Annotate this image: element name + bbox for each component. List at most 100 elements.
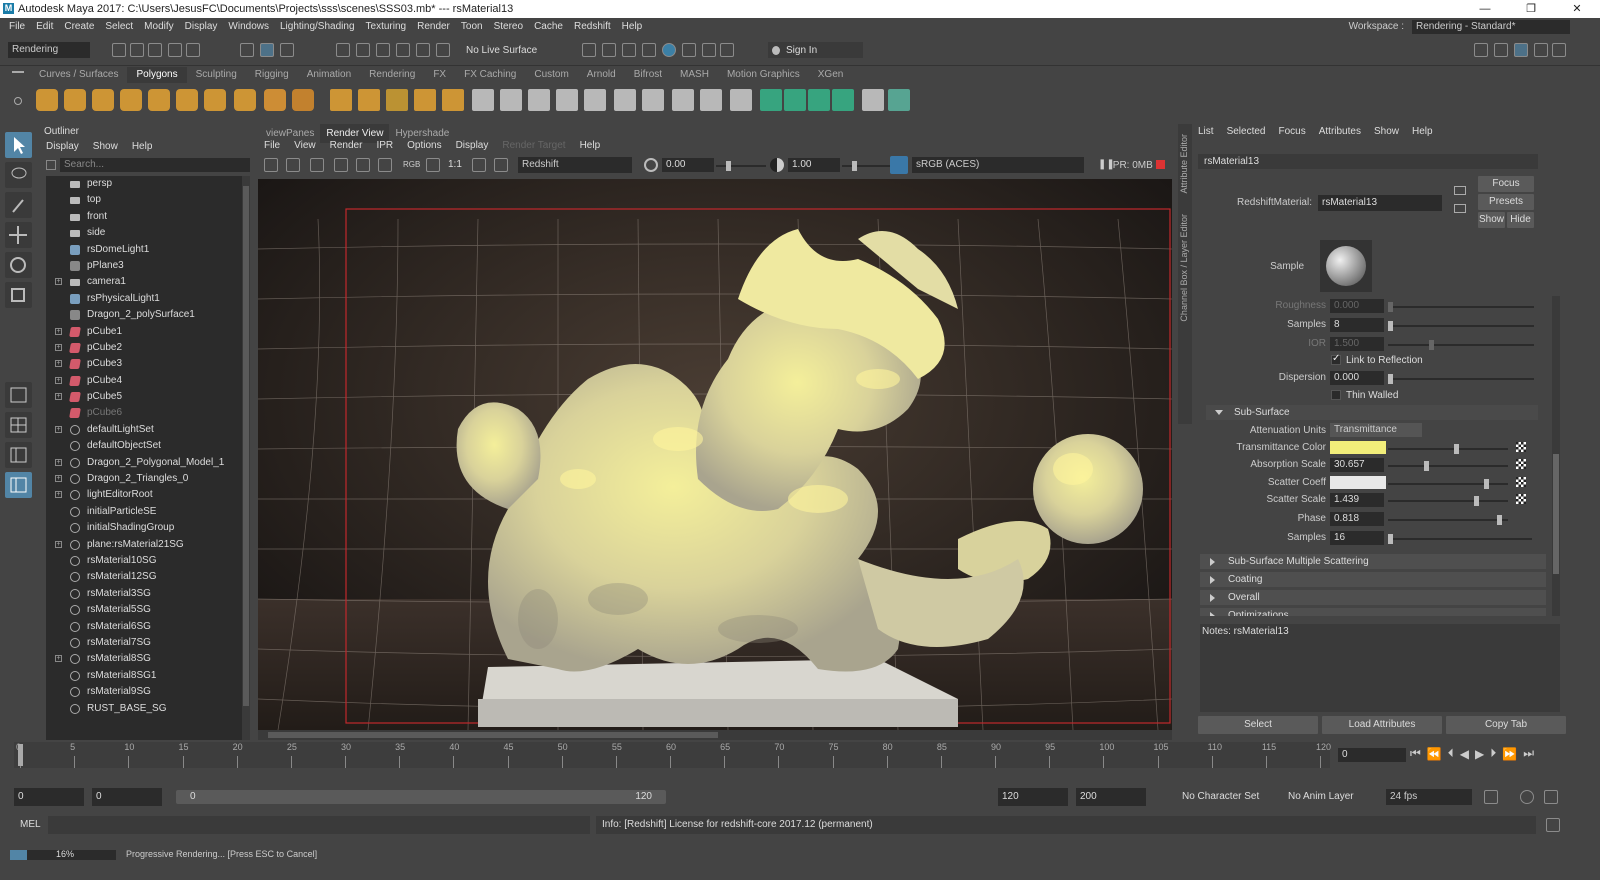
shelf-tab-custom[interactable]: Custom	[525, 67, 577, 83]
outliner-item[interactable]: rsMaterial8SG1	[46, 668, 246, 684]
outliner-item[interactable]: + pCube1	[46, 324, 246, 340]
ipr-render-icon[interactable]	[602, 43, 616, 57]
offset-edge-loop-shelf-icon[interactable]	[760, 89, 782, 111]
menuset-dropdown[interactable]: Rendering	[8, 42, 90, 58]
anim-layer-dropdown[interactable]: No Anim Layer	[1288, 791, 1354, 802]
outliner-item[interactable]: rsMaterial3SG	[46, 586, 246, 602]
copy-tab-button[interactable]: Copy Tab	[1446, 716, 1566, 734]
shelf-tab-sculpting[interactable]: Sculpting	[187, 67, 246, 83]
go-to-output-icon[interactable]	[1454, 204, 1466, 213]
samples-slider[interactable]	[1388, 321, 1534, 331]
absorption-scale-field[interactable]: 30.657	[1330, 458, 1384, 472]
expand-icon[interactable]: +	[55, 475, 62, 483]
step-back-key-icon[interactable]: ⏪	[1427, 747, 1442, 761]
samples-field[interactable]: 8	[1330, 318, 1384, 332]
ior-slider[interactable]	[1388, 340, 1534, 350]
attr-menu-attributes[interactable]: Attributes	[1319, 126, 1361, 137]
redshift-render-icon[interactable]	[662, 43, 676, 57]
menu-render[interactable]: Render	[417, 21, 450, 32]
expand-icon[interactable]: +	[55, 343, 62, 351]
outliner-item[interactable]: rsMaterial7SG	[46, 635, 246, 651]
subsurface-section-header[interactable]: Sub-Surface	[1206, 405, 1538, 420]
material-name-field[interactable]: rsMaterial13	[1318, 195, 1442, 211]
section-optimizations[interactable]: Optimizations	[1200, 608, 1546, 616]
filter-icon[interactable]	[46, 160, 56, 170]
minimize-button[interactable]: —	[1462, 0, 1508, 18]
play-back-icon[interactable]: ◀	[1460, 747, 1469, 761]
scale-tool-icon[interactable]	[5, 282, 32, 308]
circularize-shelf-icon[interactable]	[832, 89, 854, 111]
cube-shelf-icon[interactable]	[64, 89, 86, 111]
absorption-scale-slider[interactable]	[1388, 461, 1508, 471]
expand-icon[interactable]: +	[55, 360, 62, 368]
roughness-field[interactable]: 0.000	[1330, 299, 1384, 313]
hypershade-icon[interactable]	[642, 43, 656, 57]
outliner-item[interactable]: persp	[46, 176, 246, 192]
shelf-tab-animation[interactable]: Animation	[298, 67, 360, 83]
render-view-menu-view[interactable]: View	[294, 140, 316, 151]
range-slider[interactable]: 0 120	[176, 790, 666, 804]
renderer-dropdown[interactable]: Redshift	[518, 157, 632, 173]
outliner-item[interactable]: initialParticleSE	[46, 504, 246, 520]
expand-icon[interactable]: +	[55, 327, 62, 335]
phase-slider[interactable]	[1388, 515, 1508, 525]
expand-icon[interactable]: +	[55, 393, 62, 401]
outliner-item[interactable]: rsMaterial12SG	[46, 569, 246, 585]
channel-box-side-tab[interactable]: Channel Box / Layer Editor	[1179, 214, 1189, 322]
outliner-item[interactable]: + defaultLightSet	[46, 422, 246, 438]
hide-button[interactable]: Hide	[1507, 212, 1534, 228]
snap-curve-icon[interactable]	[356, 43, 370, 57]
outliner-item[interactable]: + lightEditorRoot	[46, 487, 246, 503]
render-frame-icon[interactable]	[582, 43, 596, 57]
extrude-shelf-icon[interactable]	[556, 89, 578, 111]
outliner-item[interactable]: + rsMaterial8SG	[46, 651, 246, 667]
boolean-shelf-icon[interactable]	[442, 89, 464, 111]
shelf-tab-polygons[interactable]: Polygons	[127, 67, 187, 83]
gamma-field[interactable]: 1.00	[788, 158, 840, 172]
menu-edit[interactable]: Edit	[36, 21, 53, 32]
shelf-tab-rendering[interactable]: Rendering	[360, 67, 424, 83]
extract-shelf-icon[interactable]	[386, 89, 408, 111]
roughness-slider[interactable]	[1388, 302, 1534, 312]
attenuation-units-dropdown[interactable]: Transmittance	[1330, 423, 1422, 437]
menu-cache[interactable]: Cache	[534, 21, 563, 32]
render-camera-icon[interactable]	[494, 158, 508, 172]
shelf-tab-motion-graphics[interactable]: Motion Graphics	[718, 67, 809, 83]
scatter-scale-slider[interactable]	[1388, 496, 1508, 506]
focus-button[interactable]: Focus	[1478, 176, 1534, 192]
current-time-marker[interactable]	[18, 744, 23, 766]
shelf-tab-arnold[interactable]: Arnold	[578, 67, 625, 83]
channel-box-icon[interactable]	[1552, 43, 1566, 57]
torus-shelf-icon[interactable]	[176, 89, 198, 111]
outliner-item[interactable]: RUST_BASE_SG	[46, 701, 246, 717]
smooth-shelf-icon[interactable]	[414, 89, 436, 111]
open-scene-icon[interactable]	[130, 43, 144, 57]
playback-end-field[interactable]: 120	[998, 788, 1068, 806]
scatter-coeff-swatch[interactable]	[1330, 476, 1386, 489]
render-view-scrollbar[interactable]	[258, 730, 1172, 740]
expand-icon[interactable]: +	[55, 540, 62, 548]
section-overall[interactable]: Overall	[1200, 590, 1546, 605]
render-view-menu-options[interactable]: Options	[407, 140, 441, 151]
attribute-editor-side-tab[interactable]: Attribute Editor	[1179, 134, 1189, 194]
attribute-editor-toggle-icon[interactable]	[1514, 43, 1528, 57]
outliner-menu-display[interactable]: Display	[46, 141, 79, 152]
go-to-end-icon[interactable]: ⏭	[1523, 746, 1534, 761]
bevel-edge-shelf-icon[interactable]	[672, 89, 694, 111]
menu-texturing[interactable]: Texturing	[366, 21, 407, 32]
rotate-tool-icon[interactable]	[5, 252, 32, 278]
redo-render-icon[interactable]	[264, 158, 278, 172]
script-language-label[interactable]: MEL	[20, 819, 41, 830]
map-button-icon[interactable]	[1516, 477, 1526, 487]
outliner-item[interactable]: + pCube5	[46, 389, 246, 405]
plane-shelf-icon[interactable]	[148, 89, 170, 111]
dispersion-field[interactable]: 0.000	[1330, 371, 1384, 385]
attr-menu-help[interactable]: Help	[1412, 126, 1433, 137]
redshift-settings-icon[interactable]	[702, 43, 716, 57]
shelf-tab-mash[interactable]: MASH	[671, 67, 718, 83]
outliner-item[interactable]: + pCube3	[46, 356, 246, 372]
attr-menu-list[interactable]: List	[1198, 126, 1214, 137]
outliner-search-input[interactable]: Search...	[60, 158, 250, 172]
maximize-button[interactable]: ❐	[1508, 0, 1554, 18]
outliner-item[interactable]: rsMaterial6SG	[46, 619, 246, 635]
